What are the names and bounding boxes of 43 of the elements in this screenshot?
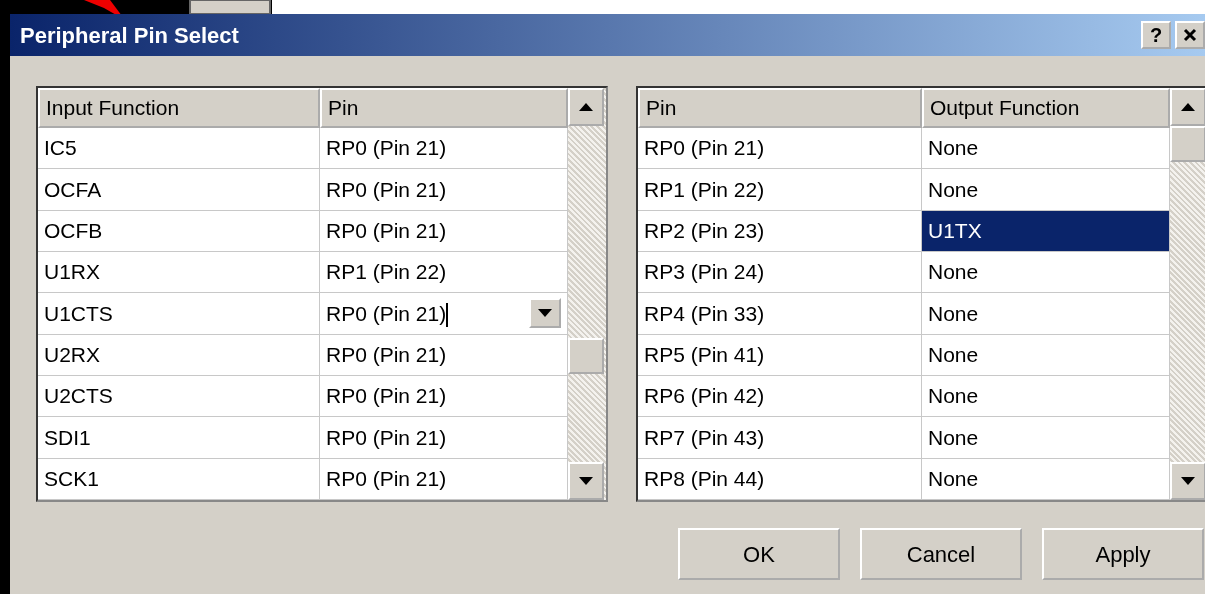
table-cell[interactable]: RP0 (Pin 21) [638, 128, 922, 170]
table-cell: OCFB [38, 210, 320, 252]
down-arrow-icon [1181, 477, 1195, 485]
table-cell[interactable]: U1TX [922, 210, 1170, 252]
table-cell[interactable]: RP6 (Pin 42) [638, 375, 922, 418]
column-header[interactable]: Output Function [922, 88, 1170, 128]
table-cell[interactable]: RP7 (Pin 43) [638, 417, 922, 459]
help-button[interactable]: ? [1141, 21, 1171, 49]
table-cell[interactable]: RP1 (Pin 22) [638, 169, 922, 211]
up-arrow-icon [1181, 103, 1195, 111]
scrollbar-thumb[interactable] [568, 338, 604, 374]
table-cell[interactable]: RP3 (Pin 24) [638, 252, 922, 294]
pin-combo-box[interactable]: RP0 (Pin 21) [320, 293, 568, 335]
table-cell[interactable]: RP8 (Pin 44) [638, 458, 922, 500]
table-cell: U2RX [38, 334, 320, 376]
column-header[interactable]: Pin [320, 88, 568, 128]
table-cell: SDI1 [38, 417, 320, 459]
table-cell: U1CTS [38, 293, 320, 335]
table-cell: IC5 [38, 128, 320, 170]
table-cell: SCK1 [38, 458, 320, 500]
scroll-down-button[interactable] [1170, 462, 1205, 500]
down-arrow-icon [579, 477, 593, 485]
close-button[interactable] [1175, 21, 1205, 49]
close-icon [1183, 28, 1197, 42]
text-cursor [446, 303, 449, 328]
column-header[interactable]: Pin [638, 88, 922, 128]
down-arrow-icon [538, 309, 552, 318]
scrollbar-thumb[interactable] [1170, 126, 1205, 162]
up-arrow-icon [579, 103, 593, 111]
table-cell[interactable]: RP5 (Pin 41) [638, 334, 922, 376]
scroll-up-button[interactable] [1170, 88, 1205, 126]
scroll-up-button[interactable] [568, 88, 604, 126]
table-cell: U1RX [38, 252, 320, 294]
window-title: Peripheral Pin Select [20, 21, 239, 50]
dialog-button[interactable]: Cancel [860, 528, 1022, 580]
dialog-button[interactable]: Apply [1042, 528, 1204, 580]
table-cell: U2CTS [38, 375, 320, 418]
dropdown-button[interactable] [529, 298, 561, 329]
column-header[interactable]: Input Function [38, 88, 320, 128]
scroll-down-button[interactable] [568, 462, 604, 500]
table-cell: OCFA [38, 169, 320, 211]
dialog-button[interactable]: OK [678, 528, 840, 580]
table-cell[interactable]: RP4 (Pin 33) [638, 293, 922, 335]
